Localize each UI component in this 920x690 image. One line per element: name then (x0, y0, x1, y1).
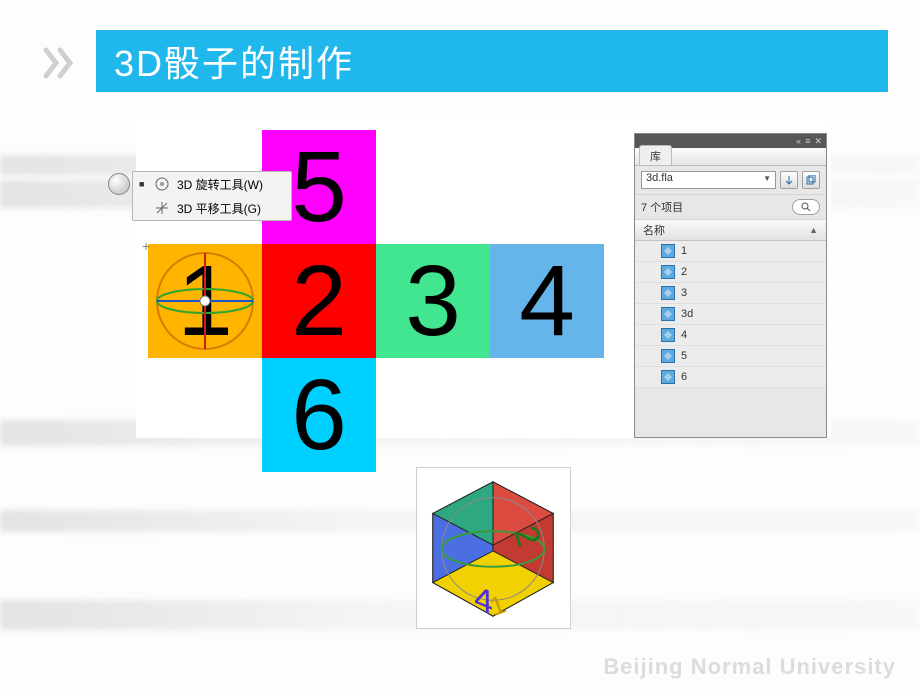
new-library-button[interactable] (802, 171, 820, 189)
pin-button[interactable] (780, 171, 798, 189)
flyout-item-3d-translate[interactable]: 3D 平移工具(G) (133, 196, 291, 220)
selected-tick-icon: ■ (139, 179, 147, 189)
movieclip-icon (661, 370, 675, 384)
library-list: 1 2 3 3d 4 5 6 (635, 241, 826, 388)
flyout-item-3d-rotate[interactable]: ■ 3D 旋转工具(W) (133, 172, 291, 196)
dice-face-6[interactable]: 6 (262, 358, 376, 472)
flyout-item-label: 3D 平移工具(G) (177, 200, 261, 217)
panel-tabs: 库 (635, 148, 826, 166)
movieclip-icon (661, 244, 675, 258)
sort-asc-icon: ▲ (809, 225, 818, 235)
library-item[interactable]: 5 (635, 346, 826, 367)
dice-face-2[interactable]: 2 (262, 244, 376, 358)
movieclip-icon (661, 328, 675, 342)
document-select[interactable]: 3d.fla (641, 171, 776, 189)
editor-screenshot: ■ 3D 旋转工具(W) 3D 平移工具(G) + 5 1 2 3 4 6 (136, 113, 831, 438)
slide-title-bar: 3D骰子的制作 (96, 30, 888, 92)
movieclip-icon (661, 265, 675, 279)
item-count: 7 个项目 (641, 199, 683, 215)
chevron-decor (42, 46, 82, 85)
menu-icon[interactable]: ≡ (805, 136, 810, 146)
close-icon[interactable]: ✕ (814, 136, 822, 147)
3d-rotate-gizmo[interactable] (148, 244, 262, 358)
library-item[interactable]: 3 (635, 283, 826, 304)
movieclip-icon (661, 286, 675, 300)
flyout-item-label: 3D 旋转工具(W) (177, 176, 263, 193)
slide-title: 3D骰子的制作 (114, 35, 354, 87)
library-item[interactable]: 3d (635, 304, 826, 325)
library-item[interactable]: 4 (635, 325, 826, 346)
tab-library[interactable]: 库 (639, 145, 672, 165)
movieclip-icon (661, 307, 675, 321)
dice-face-3[interactable]: 3 (376, 244, 490, 358)
tool-button-3d-rotate[interactable] (108, 173, 130, 195)
document-name: 3d.fla (646, 172, 673, 184)
search-icon (801, 202, 811, 212)
column-header-name[interactable]: 名称 ▲ (635, 220, 826, 241)
library-item[interactable]: 2 (635, 262, 826, 283)
dice-face-4[interactable]: 4 (490, 244, 604, 358)
rotate-tool-icon (153, 175, 171, 193)
library-item[interactable]: 6 (635, 367, 826, 388)
library-search[interactable] (792, 199, 820, 215)
cube-preview: 4 2 1 (416, 467, 571, 629)
movieclip-icon (661, 349, 675, 363)
watermark: Beijing Normal University (603, 654, 896, 680)
library-panel: « ≡ ✕ 库 3d.fla 7 个项目 (634, 133, 827, 438)
tool-flyout: ■ 3D 旋转工具(W) 3D 平移工具(G) (132, 171, 292, 221)
minimize-icon[interactable]: « (796, 136, 801, 146)
translate-tool-icon (153, 199, 171, 217)
library-item[interactable]: 1 (635, 241, 826, 262)
